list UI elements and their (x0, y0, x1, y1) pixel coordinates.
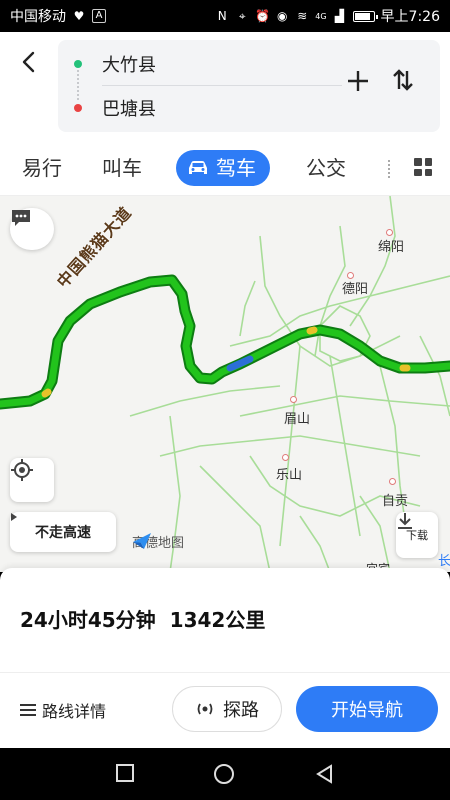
explore-button[interactable]: 探路 (172, 686, 282, 732)
car-icon (189, 160, 207, 174)
eye-icon: ◉ (277, 9, 288, 23)
route-summary: 24小时45分钟 1342公里 (20, 604, 265, 633)
grid-menu-icon[interactable] (414, 158, 432, 176)
battery-icon (352, 10, 378, 22)
brand-logo: 高德地图 (132, 532, 184, 551)
destination-dot-icon (74, 104, 82, 112)
chat-bubble-icon (12, 210, 30, 226)
back-triangle-icon[interactable] (315, 764, 335, 784)
tab-drive[interactable]: 驾车 (176, 149, 270, 186)
system-nav-bar (0, 748, 450, 800)
route-duration: 24小时45分钟 (20, 608, 156, 632)
city-label-mianyang: 绵阳 (378, 240, 405, 255)
origin-dot-icon (74, 60, 82, 68)
locate-button[interactable] (10, 458, 54, 502)
city-label-meishan: 眉山 (284, 412, 311, 427)
recent-apps-icon[interactable] (116, 764, 134, 782)
sheet-divider (0, 672, 450, 673)
route-header: 大竹县 巴塘县 (0, 32, 450, 140)
route-input-box: 大竹县 巴塘县 (58, 40, 440, 132)
download-icon (398, 513, 412, 529)
add-waypoint-button[interactable] (342, 68, 374, 100)
route-distance: 1342公里 (169, 608, 266, 632)
avoid-highway-label: 不走高速 (35, 525, 91, 541)
back-button[interactable] (14, 48, 42, 76)
signal-icon: ▟ (334, 9, 345, 23)
status-bar: 中国移动 ♥ A N ⌖ ⏰ ◉ ≋ 4G ▟ 早上7:26 (0, 0, 450, 32)
route-details-button[interactable]: 路线详情 (20, 698, 106, 722)
a-icon: A (92, 9, 106, 23)
route-details-label: 路线详情 (42, 702, 107, 721)
tab-taxi[interactable]: 叫车 (88, 150, 156, 186)
caret-right-icon (11, 513, 17, 521)
message-button[interactable] (10, 208, 54, 250)
route-summary-sheet: 24小时45分钟 1342公里 路线详情 探路 开始导航 (0, 568, 450, 748)
start-navigation-button[interactable]: 开始导航 (296, 686, 438, 732)
origin-field[interactable]: 大竹县 (74, 44, 156, 84)
broadcast-icon (197, 703, 213, 715)
amap-logo-icon (133, 533, 151, 549)
city-dot-meishan (290, 396, 297, 403)
carrier-label: 中国移动 (10, 9, 66, 25)
city-dot-mianyang (386, 229, 393, 236)
home-icon[interactable] (214, 764, 234, 784)
origin-label: 大竹县 (102, 55, 156, 76)
swap-icon (393, 69, 413, 91)
destination-label: 巴塘县 (102, 99, 156, 120)
avoid-highway-button[interactable]: 不走高速 (10, 512, 116, 552)
location-icon: ⌖ (238, 9, 246, 23)
mode-tabs: 易行 叫车 驾车 公交 (0, 140, 450, 196)
city-dot-zigong (389, 478, 396, 485)
download-button[interactable]: 下载 (396, 512, 438, 558)
route-divider (102, 85, 342, 86)
swap-route-button[interactable] (388, 68, 418, 100)
list-icon (20, 704, 36, 716)
destination-field[interactable]: 巴塘县 (74, 88, 156, 128)
tab-drive-label: 驾车 (216, 155, 256, 180)
heartbeat-icon: ♥ (73, 9, 85, 23)
route-line (0, 274, 450, 410)
city-label-deyang: 德阳 (342, 282, 369, 297)
wifi-icon: ≋ (297, 9, 308, 23)
clock: 早上7:26 (380, 9, 440, 25)
alarm-icon: ⏰ (255, 9, 271, 23)
start-navigation-label: 开始导航 (331, 700, 403, 721)
tab-overflow-indicator (388, 160, 391, 178)
tab-yixing[interactable]: 易行 (8, 150, 76, 186)
city-label-leshan: 乐山 (276, 468, 303, 483)
map-view[interactable]: 中国熊猫大道 绵阳 德阳 眉山 乐山 自贡 宜宾 长 不走高速 下载 高德地图 (0, 196, 450, 572)
network-label: 4G (315, 11, 327, 21)
river-label: 长 (438, 554, 450, 569)
crosshair-icon (11, 459, 33, 481)
explore-label: 探路 (223, 700, 259, 721)
tab-bus[interactable]: 公交 (292, 150, 360, 186)
chevron-left-icon (22, 51, 35, 73)
city-dot-leshan (282, 454, 289, 461)
nfc-icon: N (217, 9, 227, 23)
plus-icon (348, 71, 368, 91)
city-label-zigong: 自贡 (382, 494, 409, 509)
